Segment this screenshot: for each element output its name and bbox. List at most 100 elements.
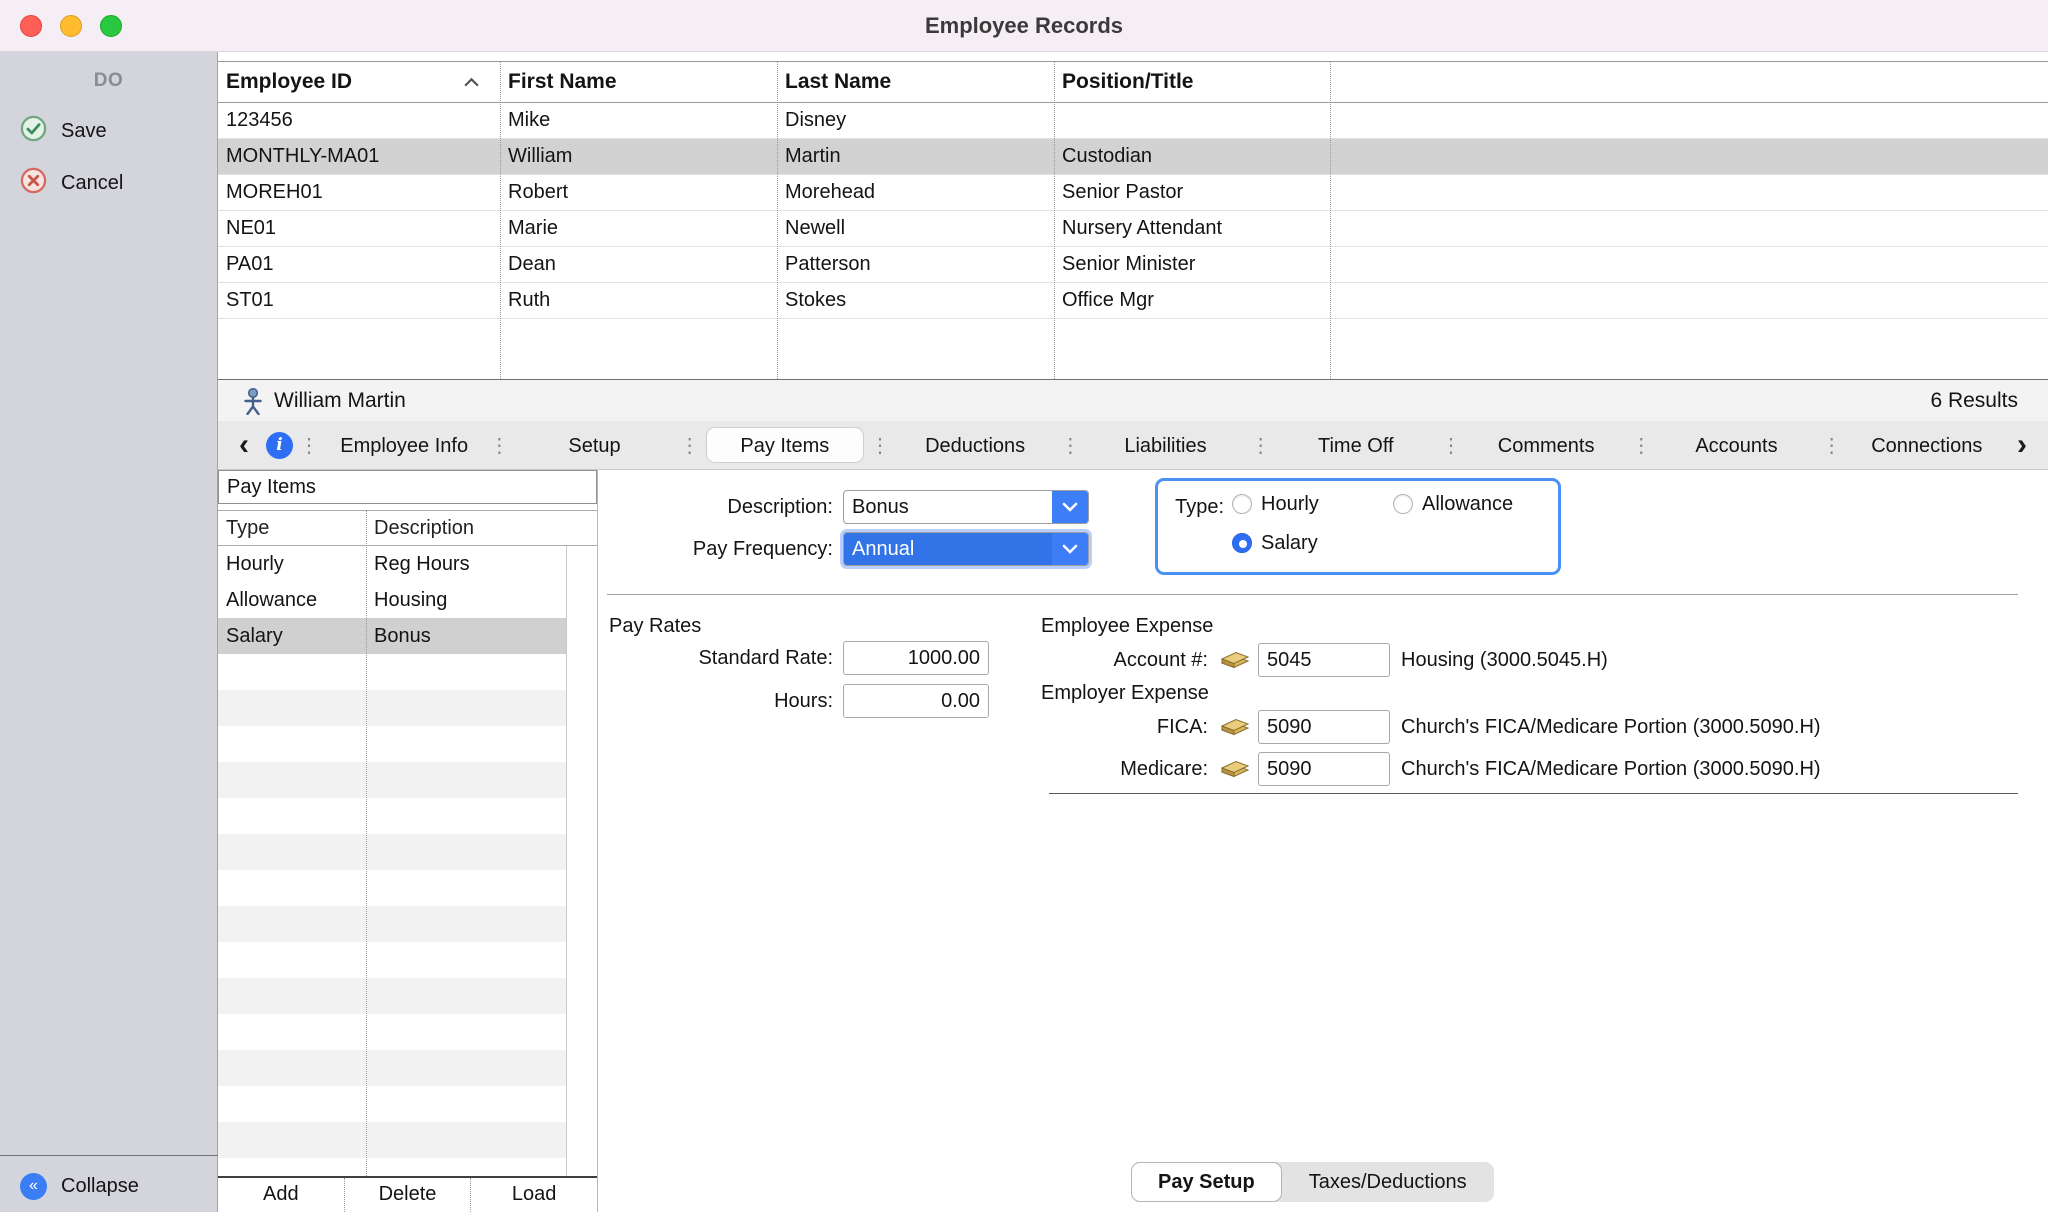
description-dropdown[interactable]: Bonus xyxy=(843,490,1089,524)
employee-cell-filler xyxy=(1330,247,2048,282)
column-header-first-name[interactable]: First Name xyxy=(500,62,777,102)
employee-cell-filler xyxy=(1330,211,2048,246)
minimize-window-button[interactable] xyxy=(60,15,82,37)
description-label: Description: xyxy=(598,492,833,522)
radio-hourly[interactable]: Hourly xyxy=(1232,491,1319,517)
info-icon[interactable]: i xyxy=(266,432,293,459)
column-header-last-name[interactable]: Last Name xyxy=(777,62,1054,102)
expense-underline xyxy=(1049,793,2018,794)
collapse-sidebar-button[interactable]: « Collapse xyxy=(20,1169,139,1203)
employee-row[interactable]: 123456MikeDisney xyxy=(218,103,2048,139)
pay-items-title: Pay Items xyxy=(218,470,597,504)
chevron-down-icon[interactable] xyxy=(1052,533,1088,565)
tab-menu-dots-icon[interactable]: ⋮ xyxy=(1054,433,1086,458)
column-header-position-title[interactable]: Position/Title xyxy=(1054,62,1330,102)
column-header-label: Employee ID xyxy=(226,70,352,94)
tab-menu-dots-icon[interactable]: ⋮ xyxy=(483,433,515,458)
pay-frequency-dropdown[interactable]: Annual xyxy=(843,532,1089,566)
account-number-label: Account #: xyxy=(1041,645,1208,675)
sidebar: DO Save Cancel « Collapse xyxy=(0,52,218,1212)
account-description: Housing (3000.5045.H) xyxy=(1401,645,1608,675)
load-pay-item-button[interactable]: Load xyxy=(470,1178,597,1212)
tab-menu-dots-icon[interactable]: ⋮ xyxy=(1625,433,1657,458)
column-header-employee-id[interactable]: Employee ID xyxy=(218,62,500,102)
sidebar-header: DO xyxy=(0,70,217,92)
hours-label: Hours: xyxy=(598,686,833,716)
delete-pay-item-button[interactable]: Delete xyxy=(344,1178,471,1212)
zoom-window-button[interactable] xyxy=(100,15,122,37)
radio-circle[interactable] xyxy=(1232,494,1252,514)
fica-account-input[interactable] xyxy=(1258,710,1390,744)
pay-item-type: Salary xyxy=(218,618,366,654)
pay-item-detail: Description: Bonus Pay Frequency: Annual… xyxy=(598,470,2048,1212)
tab-liabilities[interactable]: Liabilities xyxy=(1086,427,1244,463)
tab-taxes-deductions[interactable]: Taxes/Deductions xyxy=(1282,1162,1494,1202)
tab-time-off[interactable]: Time Off xyxy=(1277,427,1435,463)
medicare-account-input[interactable] xyxy=(1258,752,1390,786)
employee-cell-filler xyxy=(1330,139,2048,174)
account-number-input[interactable] xyxy=(1258,643,1390,677)
tabs-scroll-left-icon[interactable]: ‹ xyxy=(228,430,260,460)
tab-deductions[interactable]: Deductions xyxy=(896,427,1054,463)
tab-connections[interactable]: Connections xyxy=(1848,427,2006,463)
employee-cell-filler xyxy=(1330,103,2048,138)
add-pay-item-button[interactable]: Add xyxy=(218,1178,344,1212)
tab-setup[interactable]: Setup xyxy=(515,427,673,463)
radio-label: Salary xyxy=(1261,532,1318,555)
employee-cell-id: NE01 xyxy=(218,211,500,246)
account-lookup-icon[interactable] xyxy=(1220,647,1250,671)
standard-rate-input[interactable] xyxy=(843,641,989,675)
tab-employee-info[interactable]: Employee Info xyxy=(325,427,483,463)
pay-items-column-description[interactable]: Description xyxy=(366,511,597,545)
pay-item-row[interactable]: HourlyReg Hours xyxy=(218,546,566,582)
employee-cell-last: Martin xyxy=(777,139,1054,174)
employee-row[interactable]: PA01DeanPattersonSenior Minister xyxy=(218,247,2048,283)
employee-cell-last: Patterson xyxy=(777,247,1054,282)
pay-frequency-label: Pay Frequency: xyxy=(598,534,833,564)
sort-ascending-icon xyxy=(463,77,480,88)
column-divider xyxy=(500,61,501,379)
employee-cell-first: Mike xyxy=(500,103,777,138)
pay-items-column-type[interactable]: Type xyxy=(218,511,366,545)
window-controls xyxy=(20,15,122,37)
tab-pay-setup[interactable]: Pay Setup xyxy=(1131,1162,1282,1202)
radio-circle[interactable] xyxy=(1393,494,1413,514)
tab-menu-dots-icon[interactable]: ⋮ xyxy=(864,433,896,458)
tab-menu-dots-icon[interactable]: ⋮ xyxy=(1816,433,1848,458)
radio-salary[interactable]: Salary xyxy=(1232,530,1318,556)
tab-menu-dots-icon[interactable]: ⋮ xyxy=(1245,433,1277,458)
account-lookup-icon[interactable] xyxy=(1220,756,1250,780)
chevron-down-icon[interactable] xyxy=(1052,491,1088,523)
tab-menu-dots-icon[interactable]: ⋮ xyxy=(674,433,706,458)
employee-row[interactable]: MONTHLY-MA01WilliamMartinCustodian xyxy=(218,139,2048,175)
pay-frequency-value: Annual xyxy=(844,533,1052,565)
save-check-icon xyxy=(20,115,47,148)
account-lookup-icon[interactable] xyxy=(1220,714,1250,738)
close-window-button[interactable] xyxy=(20,15,42,37)
tab-menu-dots-icon[interactable]: ⋮ xyxy=(293,433,325,458)
hours-input[interactable] xyxy=(843,684,989,718)
tab-menu-dots-icon[interactable]: ⋮ xyxy=(1435,433,1467,458)
employee-cell-position xyxy=(1054,103,1330,138)
employee-row[interactable]: MOREH01RobertMoreheadSenior Pastor xyxy=(218,175,2048,211)
tab-pay-items[interactable]: Pay Items xyxy=(706,427,864,463)
tab-comments[interactable]: Comments xyxy=(1467,427,1625,463)
save-button[interactable]: Save xyxy=(20,114,107,148)
pay-items-scrollbar[interactable] xyxy=(566,546,597,1176)
pay-item-row[interactable]: AllowanceHousing xyxy=(218,582,566,618)
pay-items-panel: Pay Items Type Description HourlyReg Hou… xyxy=(218,470,598,1212)
cancel-button[interactable]: Cancel xyxy=(20,166,123,200)
tab-accounts[interactable]: Accounts xyxy=(1657,427,1815,463)
person-icon xyxy=(242,387,264,415)
medicare-label: Medicare: xyxy=(1041,754,1208,784)
pay-items-header: Type Description xyxy=(218,510,597,546)
employee-row[interactable]: NE01MarieNewellNursery Attendant xyxy=(218,211,2048,247)
pay-item-row[interactable]: SalaryBonus xyxy=(218,618,566,654)
radio-circle[interactable] xyxy=(1232,533,1252,553)
radio-allowance[interactable]: Allowance xyxy=(1393,491,1513,517)
record-bar: William Martin 6 Results xyxy=(218,379,2048,421)
tabs-scroll-right-icon[interactable]: › xyxy=(2006,430,2038,460)
pay-item-description: Bonus xyxy=(366,618,566,654)
column-header-label: Position/Title xyxy=(1062,70,1193,94)
employee-row[interactable]: ST01RuthStokesOffice Mgr xyxy=(218,283,2048,319)
